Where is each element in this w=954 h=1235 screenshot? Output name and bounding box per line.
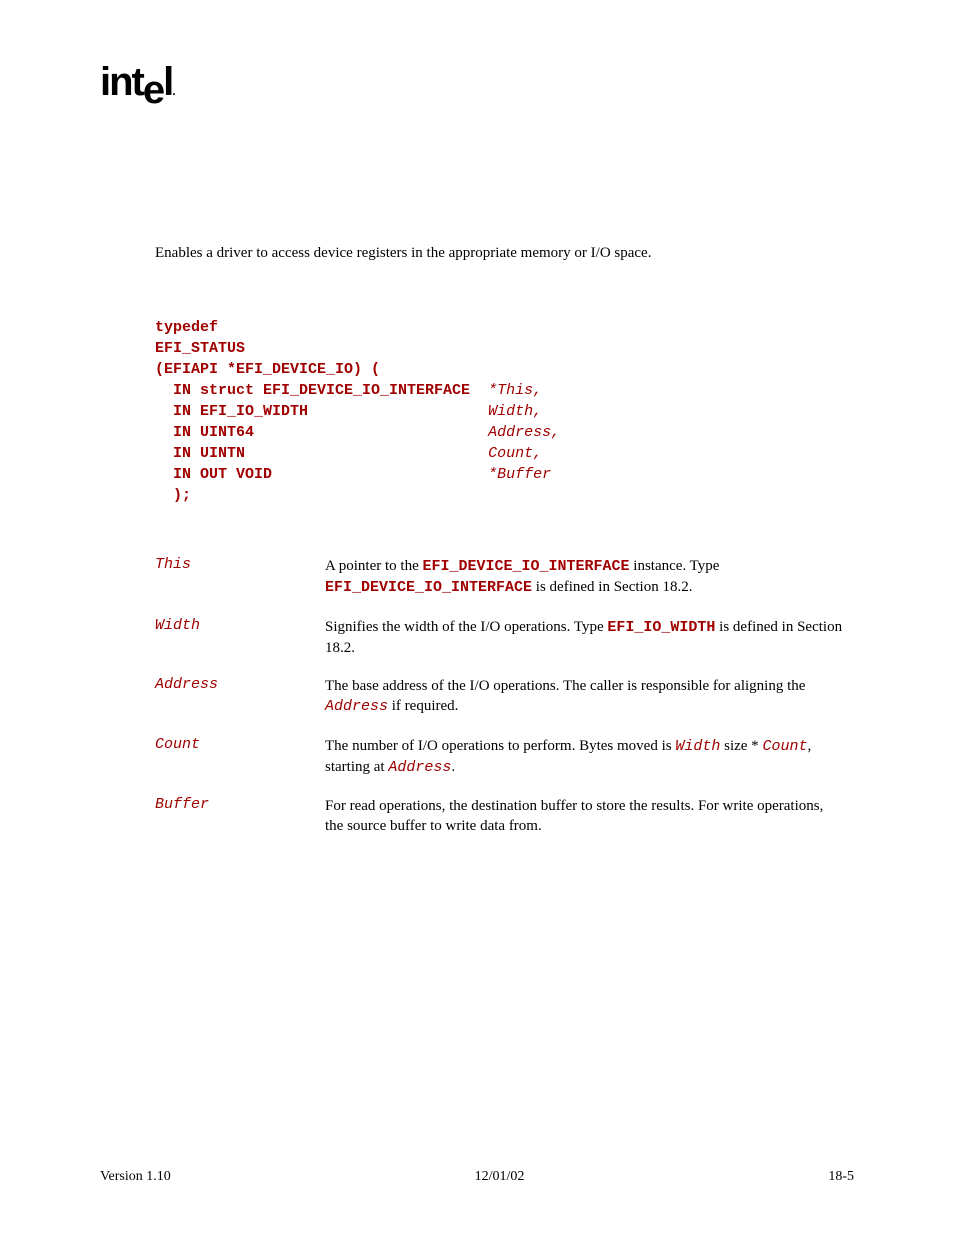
desc-text: A pointer to the <box>325 558 423 574</box>
code-type: IN OUT VOID <box>155 466 488 483</box>
code-type: IN UINTN <box>155 445 488 462</box>
desc-text: size * <box>720 738 762 754</box>
code-line: typedef <box>155 319 218 336</box>
code-param: *This, <box>488 382 542 399</box>
param-desc: The base address of the I/O operations. … <box>325 676 854 736</box>
desc-text: The base address of the I/O operations. … <box>325 678 805 694</box>
param-name: Buffer <box>155 796 325 855</box>
code-type: IN UINT64 <box>155 424 488 441</box>
param-desc: The number of I/O operations to perform.… <box>325 736 854 797</box>
parameters-table: This A pointer to the EFI_DEVICE_IO_INTE… <box>155 556 854 855</box>
desc-code: EFI_IO_WIDTH <box>607 619 715 636</box>
desc-text: instance. Type <box>630 558 720 574</box>
param-row-buffer: Buffer For read operations, the destinat… <box>155 796 854 855</box>
desc-code: Count <box>762 738 807 755</box>
code-param: Width, <box>488 403 542 420</box>
desc-code: Width <box>675 738 720 755</box>
prototype-code: typedef EFI_STATUS (EFIAPI *EFI_DEVICE_I… <box>155 317 854 506</box>
desc-code: Address <box>388 759 451 776</box>
param-name: This <box>155 556 325 617</box>
param-desc: For read operations, the destination buf… <box>325 796 854 855</box>
param-desc: Signifies the width of the I/O operation… <box>325 617 854 677</box>
code-type: IN EFI_IO_WIDTH <box>155 403 488 420</box>
page-footer: Version 1.10 12/01/02 18-5 <box>100 1169 854 1185</box>
footer-date: 12/01/02 <box>475 1169 525 1185</box>
summary-text: Enables a driver to access device regist… <box>155 245 854 262</box>
desc-text: if required. <box>388 698 458 714</box>
desc-code: EFI_DEVICE_IO_INTERFACE <box>423 558 630 575</box>
code-line: ); <box>155 487 191 504</box>
content-area: Enables a driver to access device regist… <box>155 245 854 855</box>
code-line: EFI_STATUS <box>155 340 245 357</box>
param-name: Width <box>155 617 325 677</box>
param-row-address: Address The base address of the I/O oper… <box>155 676 854 736</box>
intel-logo: intel. <box>100 60 854 105</box>
param-row-width: Width Signifies the width of the I/O ope… <box>155 617 854 677</box>
code-param: Address, <box>488 424 560 441</box>
desc-text: . <box>451 759 455 775</box>
code-type: IN struct EFI_DEVICE_IO_INTERFACE <box>155 382 488 399</box>
param-row-count: Count The number of I/O operations to pe… <box>155 736 854 797</box>
code-line: (EFIAPI *EFI_DEVICE_IO) ( <box>155 361 380 378</box>
code-param: Count, <box>488 445 542 462</box>
desc-text: Signifies the width of the I/O operation… <box>325 619 607 635</box>
footer-version: Version 1.10 <box>100 1169 171 1185</box>
desc-code: EFI_DEVICE_IO_INTERFACE <box>325 579 532 596</box>
param-desc: A pointer to the EFI_DEVICE_IO_INTERFACE… <box>325 556 854 617</box>
desc-text: is defined in Section 18.2. <box>532 579 692 595</box>
param-name: Count <box>155 736 325 797</box>
param-row-this: This A pointer to the EFI_DEVICE_IO_INTE… <box>155 556 854 617</box>
desc-text: For read operations, the destination buf… <box>325 798 823 834</box>
code-param: *Buffer <box>488 466 551 483</box>
page: intel. Enables a driver to access device… <box>0 0 954 1235</box>
desc-text: The number of I/O operations to perform.… <box>325 738 675 754</box>
param-name: Address <box>155 676 325 736</box>
footer-page-number: 18-5 <box>828 1169 854 1185</box>
desc-code: Address <box>325 698 388 715</box>
